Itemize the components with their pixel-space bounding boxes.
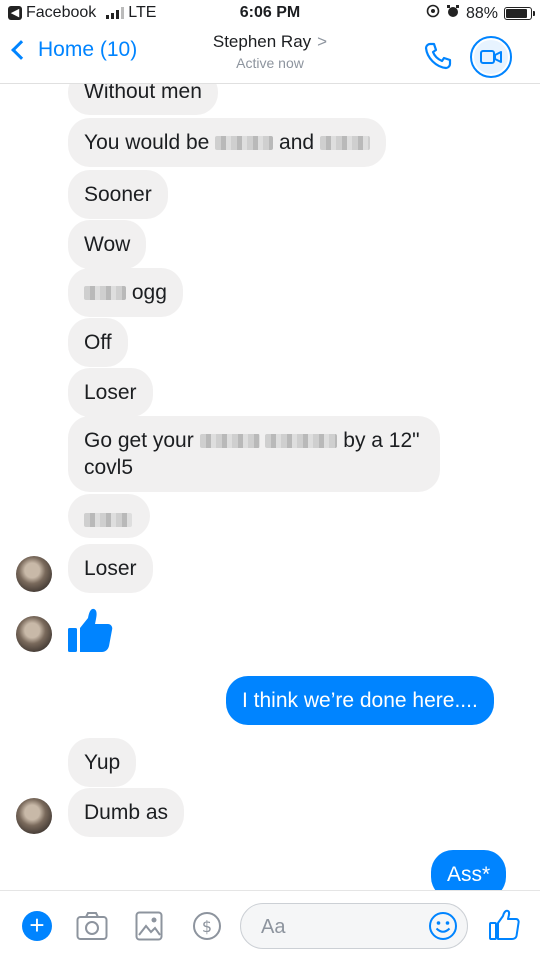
message-text: I think we’re done here.... — [242, 689, 478, 712]
redacted-text — [199, 434, 260, 449]
battery-percent: 88% — [465, 4, 498, 22]
emoji-icon[interactable] — [428, 911, 458, 941]
message-text: Without men — [84, 84, 202, 103]
message-text: Go get your — [84, 429, 194, 452]
thumbs-up-icon — [68, 608, 113, 652]
avatar[interactable] — [16, 616, 52, 652]
avatar[interactable] — [16, 556, 52, 592]
redacted-text — [84, 513, 132, 528]
message-incoming[interactable]: Dumb as — [68, 788, 185, 837]
message-text: covl5 — [84, 456, 134, 479]
message-incoming[interactable]: You would be and — [68, 118, 386, 167]
message-outgoing[interactable]: I think we’re done here.... — [226, 676, 494, 725]
message-incoming[interactable]: Off — [68, 318, 128, 367]
redacted-text — [265, 434, 338, 449]
contact-name: Stephen Ray — [212, 32, 312, 51]
video-icon — [480, 50, 502, 64]
payment-icon[interactable]: $ — [192, 911, 222, 946]
message-incoming[interactable]: ogg — [68, 268, 183, 317]
message-text: Dumb as — [84, 801, 169, 824]
message-text: Ass* — [447, 863, 491, 886]
redacted-text — [319, 136, 370, 151]
message-incoming[interactable] — [68, 494, 150, 538]
like-sticker[interactable] — [66, 606, 114, 654]
message-incoming[interactable]: Go get your by a 12" covl5 — [68, 416, 440, 492]
message-text: Loser — [84, 557, 137, 580]
message-text: Off — [84, 331, 112, 354]
message-incoming[interactable]: Sooner — [68, 170, 168, 219]
avatar[interactable] — [16, 798, 52, 834]
phone-icon — [424, 42, 452, 70]
message-text: Loser — [84, 381, 137, 404]
alarm-icon — [446, 4, 460, 23]
composer-bar: + $ Aa — [0, 890, 540, 960]
message-text: Yup — [84, 751, 121, 774]
message-input-placeholder: Aa — [261, 916, 286, 938]
message-text: ogg — [131, 281, 167, 304]
plus-icon[interactable]: + — [22, 911, 52, 941]
conversation-header: Home (10) Stephen Ray > Active now — [0, 28, 540, 84]
redacted-text — [84, 286, 126, 301]
svg-text:$: $ — [202, 917, 212, 936]
video-call-button[interactable] — [470, 36, 512, 78]
contact-status: Active now — [236, 55, 304, 71]
message-text: Wow — [84, 233, 131, 256]
message-incoming[interactable]: Loser — [68, 368, 153, 417]
like-icon[interactable] — [488, 909, 520, 941]
status-right: 88% — [426, 4, 535, 23]
image-icon[interactable] — [135, 911, 163, 946]
message-text: You would be — [84, 131, 210, 154]
message-incoming[interactable]: Wow — [68, 220, 147, 269]
message-thread[interactable]: Without men You would be and Sooner Wow … — [0, 84, 540, 890]
chevron-right-icon: > — [317, 32, 328, 51]
message-outgoing[interactable]: Ass* — [431, 850, 507, 890]
message-incoming[interactable]: Without men — [68, 84, 218, 115]
message-text: Sooner — [84, 183, 152, 206]
phone-call-button[interactable] — [422, 40, 454, 72]
contact-info[interactable]: Stephen Ray > Active now — [0, 32, 540, 71]
message-incoming[interactable]: Loser — [68, 544, 153, 593]
message-text: by a 12" — [343, 429, 420, 452]
battery-icon — [504, 7, 535, 20]
camera-icon[interactable] — [76, 911, 108, 946]
lock-rotation-icon — [426, 4, 440, 23]
message-text: and — [279, 131, 315, 154]
status-bar: ◀ Facebook LTE 6:06 PM 88% — [0, 0, 540, 28]
message-incoming[interactable]: Yup — [68, 738, 137, 787]
redacted-text — [215, 136, 274, 151]
